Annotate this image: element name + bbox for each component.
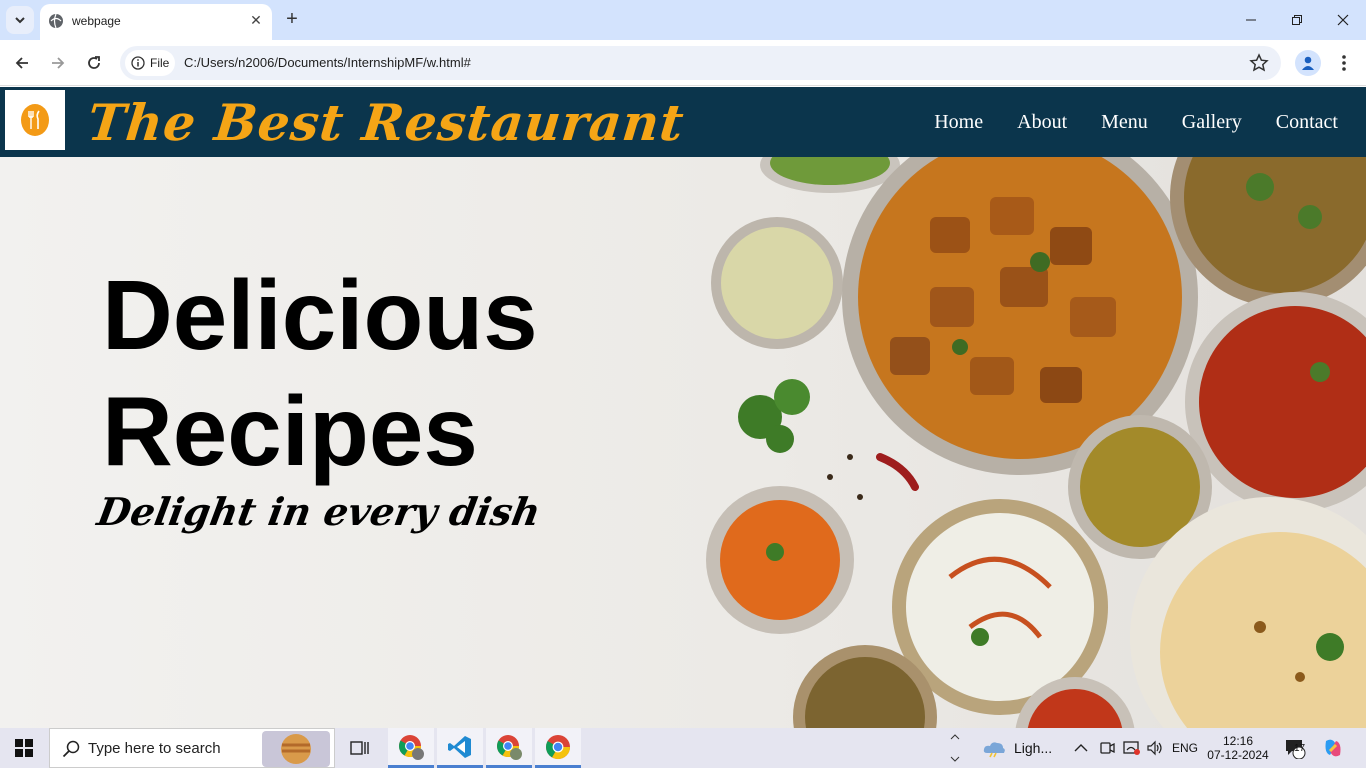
arrow-right-icon <box>52 57 65 69</box>
hero-section: Delicious Recipes Delight in every dish <box>0 157 1366 728</box>
tray-device-icon[interactable] <box>1099 728 1115 768</box>
language-text: ENG <box>1172 741 1199 755</box>
task-view-button[interactable] <box>337 728 383 768</box>
tray-network-icon[interactable] <box>1123 728 1141 768</box>
reload-icon <box>88 56 100 69</box>
taskbar-chrome-active[interactable] <box>535 728 581 768</box>
forward-button[interactable] <box>45 50 71 76</box>
browser-tab-strip: webpage ✕ + <box>0 0 1366 40</box>
notification-center-button[interactable]: 17 <box>1284 728 1306 768</box>
brand-title[interactable]: The Best Restaurant <box>85 93 687 152</box>
tab-title: webpage <box>72 14 121 28</box>
browser-tab[interactable]: webpage ✕ <box>40 4 272 40</box>
nav-home[interactable]: Home <box>934 111 983 134</box>
clock-date: 07-12-2024 <box>1207 748 1269 762</box>
food-dishes-image <box>706 157 1366 728</box>
new-tab-button[interactable]: + <box>281 8 303 30</box>
arrow-left-icon <box>15 57 28 69</box>
volume-button[interactable] <box>1146 728 1164 768</box>
search-placeholder: Type here to search <box>88 739 221 757</box>
notification-count: 17 <box>1294 743 1306 754</box>
chrome-icon <box>399 734 424 760</box>
site-info-chip[interactable]: File <box>125 50 175 76</box>
back-button[interactable] <box>9 50 35 76</box>
taskbar-chrome-profile-n[interactable] <box>388 728 434 768</box>
nav-gallery[interactable]: Gallery <box>1182 111 1242 134</box>
hero-heading: Delicious Recipes <box>102 257 538 489</box>
restore-button[interactable] <box>1274 0 1320 40</box>
windows-taskbar: Type here to search Ligh... ENG 12:16 07… <box>0 728 1366 768</box>
nav-about[interactable]: About <box>1017 111 1067 134</box>
site-navbar: The Best Restaurant Home About Menu Gall… <box>0 87 1366 157</box>
close-icon <box>1337 14 1349 26</box>
copilot-icon <box>1325 739 1341 757</box>
scroll-arrows-icon <box>950 734 960 762</box>
browser-toolbar: File C:/Users/n2006/Documents/Internship… <box>0 40 1366 86</box>
meeting-icon <box>1100 742 1115 754</box>
hero-tagline: Delight in every dish <box>94 489 545 534</box>
start-button[interactable] <box>0 728 48 768</box>
hero-line-2: Recipes <box>102 376 478 486</box>
chrome-icon <box>546 734 570 759</box>
tray-overflow-scroll[interactable] <box>950 728 960 768</box>
file-label: File <box>150 56 170 70</box>
url-text[interactable]: C:/Users/n2006/Documents/InternshipMF/w.… <box>184 55 471 70</box>
restore-icon <box>1292 15 1302 25</box>
minimize-button[interactable] <box>1228 0 1274 40</box>
person-icon <box>1302 56 1314 70</box>
weather-cloud-icon <box>983 742 1005 758</box>
close-tab-icon[interactable]: ✕ <box>246 10 266 30</box>
network-icon <box>1123 741 1140 755</box>
taskbar-vscode[interactable] <box>437 728 483 768</box>
search-highlight-planet-icon <box>262 731 330 767</box>
clock-time: 12:16 <box>1222 734 1254 748</box>
speaker-icon <box>1147 740 1162 756</box>
chrome-icon <box>497 734 522 760</box>
nav-menu[interactable]: Menu <box>1101 111 1148 134</box>
search-icon <box>62 740 80 758</box>
main-menu: Home About Menu Gallery Contact <box>934 87 1338 157</box>
globe-icon <box>49 13 63 29</box>
copilot-button[interactable] <box>1322 728 1344 768</box>
hero-line-1: Delicious <box>102 260 538 370</box>
site-logo[interactable] <box>5 90 65 150</box>
info-icon <box>131 56 145 70</box>
browser-menu-button[interactable] <box>1334 50 1354 76</box>
weather-text: Ligh... <box>1014 740 1053 756</box>
minimize-icon <box>1246 19 1256 21</box>
show-hidden-icons[interactable] <box>1074 728 1088 768</box>
bookmark-star-icon[interactable] <box>1249 53 1269 73</box>
chevron-down-icon <box>15 17 25 24</box>
utensils-icon <box>21 104 49 136</box>
windows-logo-icon <box>15 739 33 757</box>
reload-button[interactable] <box>81 50 107 76</box>
chevron-up-icon <box>1074 744 1088 752</box>
clock[interactable]: 12:16 07-12-2024 <box>1204 728 1272 768</box>
language-indicator[interactable]: ENG <box>1172 728 1198 768</box>
tab-search-button[interactable] <box>6 6 34 34</box>
more-vertical-icon <box>1342 55 1346 71</box>
web-page: The Best Restaurant Home About Menu Gall… <box>0 87 1366 728</box>
taskbar-search[interactable]: Type here to search <box>49 728 335 768</box>
close-window-button[interactable] <box>1320 0 1366 40</box>
weather-widget[interactable]: Ligh... <box>982 728 1052 768</box>
taskbar-chrome-profile-2[interactable] <box>486 728 532 768</box>
task-view-icon <box>350 741 369 755</box>
profile-button[interactable] <box>1295 50 1321 76</box>
address-bar[interactable]: File C:/Users/n2006/Documents/Internship… <box>120 46 1281 80</box>
vscode-icon <box>448 735 471 758</box>
nav-contact[interactable]: Contact <box>1276 111 1338 134</box>
